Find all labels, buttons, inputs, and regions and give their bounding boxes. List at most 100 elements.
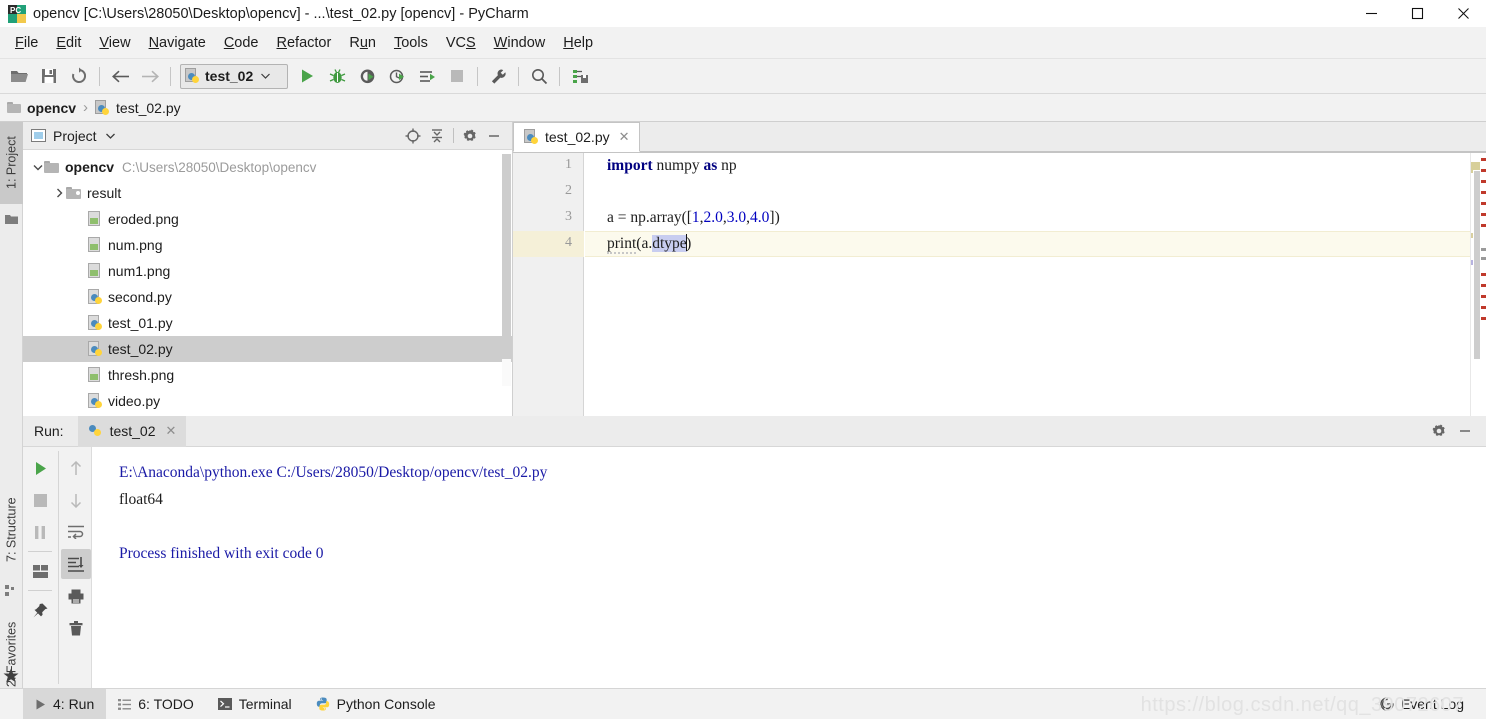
code-line-2[interactable]: [585, 179, 607, 205]
pin-icon[interactable]: [25, 595, 55, 625]
run-profile-icon[interactable]: [382, 63, 412, 90]
gutter-line-highlight: [513, 231, 584, 257]
menu-item-help[interactable]: Help: [554, 32, 602, 54]
event-log-button[interactable]: Event Log: [1368, 689, 1476, 719]
rerun-play-icon[interactable]: [25, 453, 55, 483]
menu-item-file[interactable]: File: [6, 32, 47, 54]
project-scrollbar[interactable]: [502, 154, 511, 386]
close-button[interactable]: [1440, 0, 1486, 27]
status-item-run-label: 4: Run: [53, 696, 95, 712]
tree-row-opencv[interactable]: opencv C:\Users\28050\Desktop\opencv: [23, 154, 512, 180]
error-stripe: [1480, 153, 1486, 416]
open-folder-icon[interactable]: [4, 63, 34, 90]
code-line-3[interactable]: a = np.array([1,2.0,3.0,4.0]): [585, 205, 780, 231]
run-play-icon[interactable]: [292, 63, 322, 90]
code-line-4[interactable]: print(a.dtype): [585, 231, 691, 257]
sidebar-item-structure[interactable]: 7: Structure: [0, 480, 23, 580]
status-item-todo[interactable]: 6: TODO: [106, 689, 206, 719]
collapse-all-icon[interactable]: [425, 125, 449, 147]
tree-row-thresh-png[interactable]: thresh.png: [23, 362, 512, 388]
tree-row-num1-png[interactable]: num1.png: [23, 258, 512, 284]
chevron-down-icon[interactable]: [31, 161, 44, 174]
tree-row-video-py[interactable]: video.py: [23, 388, 512, 414]
save-disk-icon[interactable]: [34, 63, 64, 90]
menu-item-tools[interactable]: Tools: [385, 32, 437, 54]
status-item-terminal[interactable]: Terminal: [206, 689, 304, 719]
pause-icon[interactable]: [25, 517, 55, 547]
tree-row-result[interactable]: result: [23, 180, 512, 206]
scroll-to-end-icon[interactable]: [60, 549, 91, 579]
maximize-button[interactable]: [1394, 0, 1440, 27]
code-area[interactable]: 1 2 3 4 import numpy as np a = np.array(…: [513, 153, 1486, 416]
editor-area: test_02.py ✕ 1 2 3 4 import numpy as np …: [513, 122, 1486, 416]
menu-item-refactor[interactable]: Refactor: [268, 32, 341, 54]
menu-item-window[interactable]: Window: [485, 32, 555, 54]
search-magnifier-icon[interactable]: [524, 63, 554, 90]
run-configuration-selector[interactable]: test_02: [180, 63, 288, 89]
run-with-console-icon[interactable]: [412, 63, 442, 90]
chevron-right-icon[interactable]: [53, 187, 66, 200]
gear-icon[interactable]: [1426, 419, 1452, 443]
minimize-icon[interactable]: [1452, 419, 1478, 443]
tree-row-num-png[interactable]: num.png: [23, 232, 512, 258]
status-item-run[interactable]: 4: Run: [23, 688, 107, 719]
stop-square-icon[interactable]: [25, 485, 55, 515]
toolbar-separator: [170, 66, 171, 86]
trash-icon[interactable]: [61, 613, 91, 643]
editor-tab-test-02[interactable]: test_02.py ✕: [513, 122, 640, 152]
run-coverage-icon[interactable]: [352, 63, 382, 90]
code-line-1[interactable]: import numpy as np: [585, 153, 737, 179]
menu-item-vcs[interactable]: VCS: [437, 32, 485, 54]
status-item-python-console[interactable]: Python Console: [304, 689, 448, 719]
menu-item-navigate[interactable]: Navigate: [140, 32, 215, 54]
python-file-icon: [95, 99, 110, 116]
gear-icon[interactable]: [458, 125, 482, 147]
minimize-button[interactable]: [1348, 0, 1394, 27]
console-output[interactable]: E:\Anaconda\python.exe C:/Users/28050/De…: [93, 447, 1486, 688]
menu-item-view[interactable]: View: [90, 32, 139, 54]
arrow-left-icon[interactable]: [105, 63, 135, 90]
wrench-settings-icon[interactable]: [483, 63, 513, 90]
tree-row-test-02-py[interactable]: test_02.py: [23, 336, 512, 362]
debug-bug-icon[interactable]: [322, 63, 352, 90]
close-icon[interactable]: ✕: [619, 129, 630, 145]
line-number: 2: [565, 183, 572, 198]
gutter-divider: [28, 590, 52, 591]
event-log-icon: [1380, 697, 1394, 711]
close-icon[interactable]: ✕: [166, 423, 177, 439]
tree-row-eroded-png[interactable]: eroded.png: [23, 206, 512, 232]
menu-item-edit[interactable]: Edit: [47, 32, 90, 54]
terminal-icon: [217, 698, 232, 710]
breadcrumb-item-opencv[interactable]: opencv: [7, 100, 76, 116]
project-tree[interactable]: opencv C:\Users\28050\Desktop\opencv resul…: [23, 150, 512, 416]
locate-target-icon[interactable]: [401, 125, 425, 147]
tree-row-second-py[interactable]: second.py: [23, 284, 512, 310]
menu-item-code[interactable]: Code: [215, 32, 268, 54]
layout-icon[interactable]: [25, 556, 55, 586]
tree-row-test-01-py[interactable]: test_01.py: [23, 310, 512, 336]
chevron-down-icon[interactable]: [105, 131, 115, 141]
sidebar-item-project-label: 1: Project: [4, 136, 19, 190]
run-tab-test-02[interactable]: test_02 ✕: [77, 415, 187, 447]
down-arrow-icon[interactable]: [61, 485, 91, 515]
refresh-sync-icon[interactable]: [64, 63, 94, 90]
minimize-icon[interactable]: [482, 125, 506, 147]
stop-square-icon[interactable]: [442, 63, 472, 90]
tree-row-path: C:\Users\28050\Desktop\opencv: [122, 159, 317, 175]
python-file-icon: [185, 68, 200, 84]
soft-wrap-icon[interactable]: [61, 517, 91, 547]
code-lines[interactable]: import numpy as np a = np.array([1,2.0,3…: [585, 153, 1486, 416]
toolbar-separator: [559, 66, 560, 86]
line-number: 4: [565, 235, 572, 250]
sidebar-item-project[interactable]: 1: Project: [0, 122, 23, 204]
print-icon[interactable]: [61, 581, 91, 611]
up-arrow-icon[interactable]: [61, 453, 91, 483]
menu-item-run[interactable]: Run: [340, 32, 385, 54]
update-project-icon[interactable]: [565, 63, 595, 90]
tree-row-label: thresh.png: [108, 367, 175, 383]
todo-list-icon: [118, 698, 132, 710]
arrow-right-icon[interactable]: [135, 63, 165, 90]
breadcrumb-item-test-02-py[interactable]: test_02.py: [95, 99, 181, 116]
